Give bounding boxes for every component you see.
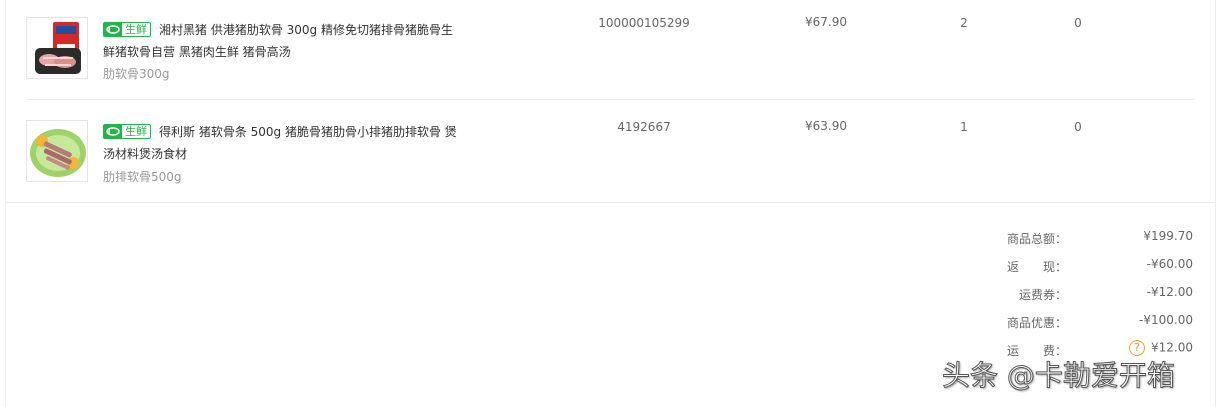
summary-cashback-value: -¥60.00 (1146, 257, 1193, 271)
summary-shipping-coupon-label: 运费券： (1018, 288, 1067, 302)
fresh-tag-label: 生鲜 (125, 125, 147, 138)
product-extra-count: 0 (1074, 120, 1082, 134)
product-extra-count: 0 (1074, 16, 1082, 30)
fresh-tag: 生鲜 (103, 22, 151, 37)
product-price: ¥63.90 (805, 119, 847, 133)
product-variant: 肋排软骨500g (103, 170, 182, 184)
product-title[interactable]: 生鲜 湘村黑猪 供港猪肋软骨 300g 精修免切猪排骨猪脆骨生鲜猪软骨自营 黑猪… (103, 19, 463, 63)
product-price: ¥67.90 (805, 15, 847, 29)
summary-total-label: 商品总额： (1006, 232, 1067, 246)
fresh-tag: 生鲜 (103, 124, 151, 139)
order-item-row: 生鲜 湘村黑猪 供港猪肋软骨 300g 精修免切猪排骨猪脆骨生鲜猪软骨自营 黑猪… (6, 0, 1216, 100)
product-thumbnail-pork-cartilage-strips[interactable] (26, 120, 88, 182)
summary-shipping-value: ¥12.00 (1151, 340, 1193, 355)
product-quantity: 2 (960, 16, 968, 30)
product-image (27, 121, 87, 181)
fresh-logo-icon (104, 125, 122, 138)
product-title-text[interactable]: 得利斯 猪软骨条 500g 猪脆骨猪肋骨小排猪肋排软骨 煲汤材料煲汤食材 (103, 125, 457, 161)
section-divider (6, 202, 1216, 203)
summary-total-value: ¥199.70 (1143, 229, 1193, 243)
summary-cashback-label: 返 现： (1006, 260, 1067, 274)
product-title-text[interactable]: 湘村黑猪 供港猪肋软骨 300g 精修免切猪排骨猪脆骨生鲜猪软骨自营 黑猪肉生鲜… (103, 23, 453, 59)
product-thumbnail-pork-rib-cartilage[interactable] (26, 17, 88, 79)
summary-discount-label: 商品优惠： (1006, 316, 1067, 330)
product-image (27, 18, 87, 78)
summary-shipping-coupon-value: -¥12.00 (1146, 285, 1193, 299)
summary-discount-value: -¥100.00 (1139, 313, 1193, 327)
watermark-text: 头条 @卡勒爱开箱 (942, 359, 1176, 393)
order-item-row: 生鲜 得利斯 猪软骨条 500g 猪脆骨猪肋骨小排猪肋排软骨 煲汤材料煲汤食材 … (6, 100, 1216, 200)
product-title[interactable]: 生鲜 得利斯 猪软骨条 500g 猪脆骨猪肋骨小排猪肋排软骨 煲汤材料煲汤食材 (103, 121, 463, 165)
product-quantity: 1 (960, 120, 968, 134)
fresh-logo-icon (104, 23, 122, 36)
product-sku: 100000105299 (598, 16, 690, 30)
product-sku: 4192667 (617, 120, 671, 134)
order-items-panel: 生鲜 湘村黑猪 供港猪肋软骨 300g 精修免切猪排骨猪脆骨生鲜猪软骨自营 黑猪… (5, 0, 1216, 407)
product-variant: 肋软骨300g (103, 67, 170, 81)
fresh-tag-label: 生鲜 (125, 23, 147, 36)
